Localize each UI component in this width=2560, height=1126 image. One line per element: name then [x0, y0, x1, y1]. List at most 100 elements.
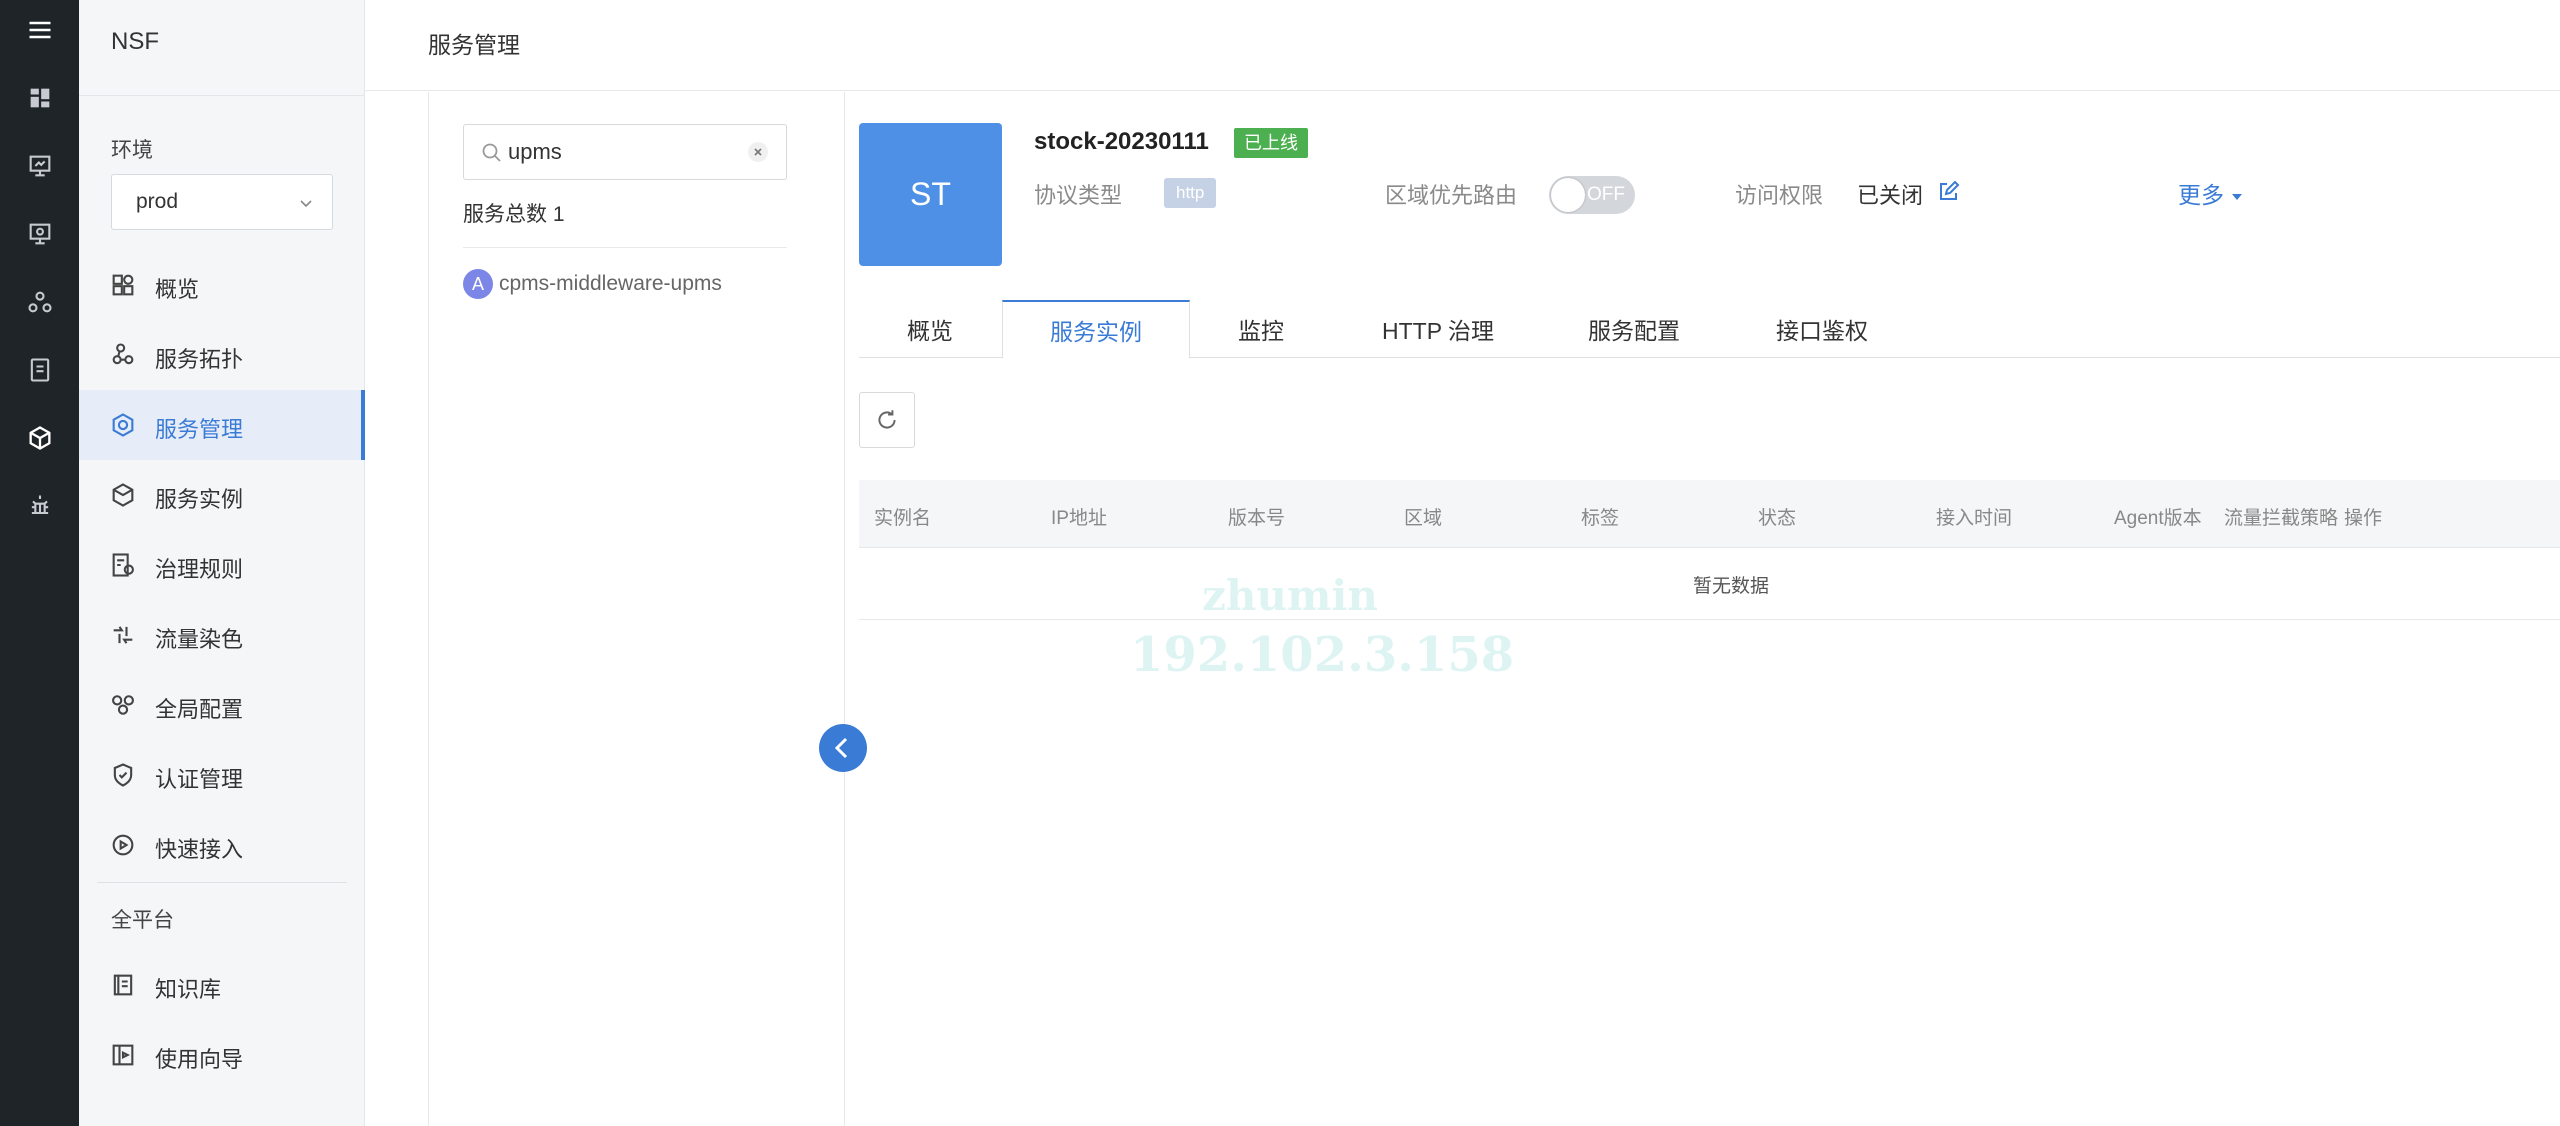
tab-overview[interactable]: 概览	[859, 300, 1001, 358]
environment-select[interactable]: prod	[111, 174, 333, 230]
nav-label: 认证管理	[155, 767, 244, 792]
column-header[interactable]: 实例名	[874, 503, 931, 530]
service-management-icon	[109, 411, 137, 439]
table-header: 实例名 IP地址 版本号 区域 标签 状态 接入时间 Agent版本 流量拦截策…	[859, 480, 2560, 548]
nav-label: 概览	[155, 277, 200, 302]
traffic-icon	[109, 621, 137, 649]
empty-state-text: 暂无数据	[1692, 576, 1769, 597]
nav-label: 知识库	[155, 977, 222, 1002]
menu-icon[interactable]	[0, 10, 79, 50]
environment-value: prod	[136, 190, 179, 213]
document-icon[interactable]	[0, 350, 79, 390]
chevron-down-icon	[300, 200, 312, 208]
toggle-state: OFF	[1587, 184, 1625, 205]
tab-api-auth[interactable]: 接口鉴权	[1732, 300, 1912, 358]
service-name: cpms-middleware-upms	[499, 272, 722, 295]
nav-item-topology[interactable]: 服务拓扑	[79, 320, 365, 390]
nav-item-service-management[interactable]: 服务管理	[79, 390, 365, 460]
rules-icon	[109, 551, 137, 579]
column-header[interactable]: 标签	[1581, 503, 1619, 530]
divider	[97, 882, 347, 883]
nav-item-governance-rules[interactable]: 治理规则	[79, 530, 365, 600]
column-header[interactable]: 状态	[1758, 503, 1796, 530]
region-route-toggle[interactable]: OFF	[1549, 176, 1635, 214]
column-header[interactable]: 接入时间	[1936, 503, 2012, 530]
collapse-panel-button[interactable]	[819, 724, 867, 772]
shield-icon	[109, 761, 137, 789]
close-icon	[754, 148, 762, 156]
nav-label: 服务拓扑	[155, 347, 244, 372]
service-list-panel: 服务总数 1 A cpms-middleware-upms	[428, 92, 845, 1126]
tab-service-config[interactable]: 服务配置	[1544, 300, 1724, 358]
section-label: 全平台	[111, 909, 174, 932]
nav-item-overview[interactable]: 概览	[79, 250, 365, 320]
cube-icon	[109, 481, 137, 509]
divider	[463, 247, 787, 248]
search-input[interactable]	[508, 125, 728, 179]
quick-access-icon	[109, 831, 137, 859]
column-header[interactable]: Agent版本	[2114, 503, 2202, 530]
tab-service-instances[interactable]: 服务实例	[1002, 300, 1190, 359]
column-header[interactable]: 区域	[1404, 503, 1442, 530]
more-label: 更多	[2178, 182, 2224, 208]
nav-label: 快速接入	[155, 837, 244, 862]
nav-label: 服务实例	[155, 487, 244, 512]
nav-item-traffic-coloring[interactable]: 流量染色	[79, 600, 365, 670]
refresh-button[interactable]	[859, 392, 915, 448]
nav-item-service-instance[interactable]: 服务实例	[79, 460, 365, 530]
caret-down-icon	[2232, 193, 2242, 200]
region-route-label: 区域优先路由	[1385, 183, 1518, 208]
status-badge: 已上线	[1234, 128, 1308, 158]
table-empty-row: 暂无数据	[859, 548, 2560, 620]
service-search	[463, 124, 787, 180]
nav-item-auth-management[interactable]: 认证管理	[79, 740, 365, 810]
service-list-item[interactable]: A cpms-middleware-upms	[463, 264, 722, 304]
nav-label: 流量染色	[155, 627, 244, 652]
nav-item-knowledge-base[interactable]: 知识库	[79, 950, 365, 1020]
bug-icon[interactable]	[0, 486, 79, 526]
tab-http-governance[interactable]: HTTP 治理	[1348, 300, 1528, 358]
monitor-icon[interactable]	[0, 146, 79, 186]
screen-settings-icon[interactable]	[0, 214, 79, 254]
product-sidebar: NSF 环境 prod 概览 服务拓扑 服务管理 服务实例 治理规则 流量染色 …	[79, 0, 365, 1126]
protocol-tag: http	[1164, 178, 1217, 208]
environment-label: 环境	[111, 139, 153, 162]
refresh-icon	[878, 410, 896, 429]
dashboard-icon	[109, 271, 137, 299]
column-header[interactable]: 流量拦截策略	[2224, 503, 2338, 530]
icon-rail	[0, 0, 79, 1126]
column-header[interactable]: 版本号	[1228, 503, 1285, 530]
guide-icon	[109, 1041, 137, 1069]
divider	[79, 95, 365, 96]
service-type-badge: A	[463, 269, 493, 299]
access-label: 访问权限	[1735, 183, 1824, 208]
book-icon	[109, 971, 137, 999]
toggle-knob	[1551, 178, 1585, 212]
service-avatar: ST	[859, 123, 1002, 266]
topology-icon	[109, 341, 137, 369]
protocol-label: 协议类型	[1034, 183, 1123, 208]
edit-icon[interactable]	[1936, 180, 1960, 204]
nav-item-user-guide[interactable]: 使用向导	[79, 1020, 365, 1090]
chevron-left-icon	[834, 737, 848, 759]
nav-label: 使用向导	[155, 1047, 244, 1072]
more-dropdown[interactable]: 更多	[2178, 176, 2242, 210]
clear-search-button[interactable]	[748, 142, 768, 162]
cluster-icon[interactable]	[0, 282, 79, 322]
column-header[interactable]: 操作	[2344, 503, 2382, 530]
access-value: 已关闭	[1857, 183, 1924, 208]
watermark-ip: 192.102.3.158	[1130, 627, 1515, 683]
nav-item-global-config[interactable]: 全局配置	[79, 670, 365, 740]
tab-monitor[interactable]: 监控	[1190, 300, 1332, 358]
microservice-icon[interactable]	[0, 418, 79, 458]
nav-label: 服务管理	[155, 417, 244, 442]
product-title: NSF	[111, 28, 159, 55]
column-header[interactable]: IP地址	[1051, 503, 1107, 530]
nav-item-quick-access[interactable]: 快速接入	[79, 810, 365, 880]
divider	[365, 90, 2560, 91]
apps-icon[interactable]	[0, 78, 79, 118]
service-title: stock-20230111	[1034, 128, 1209, 155]
nav-label: 治理规则	[155, 557, 244, 582]
search-icon	[482, 143, 501, 162]
nav-label: 全局配置	[155, 697, 244, 722]
